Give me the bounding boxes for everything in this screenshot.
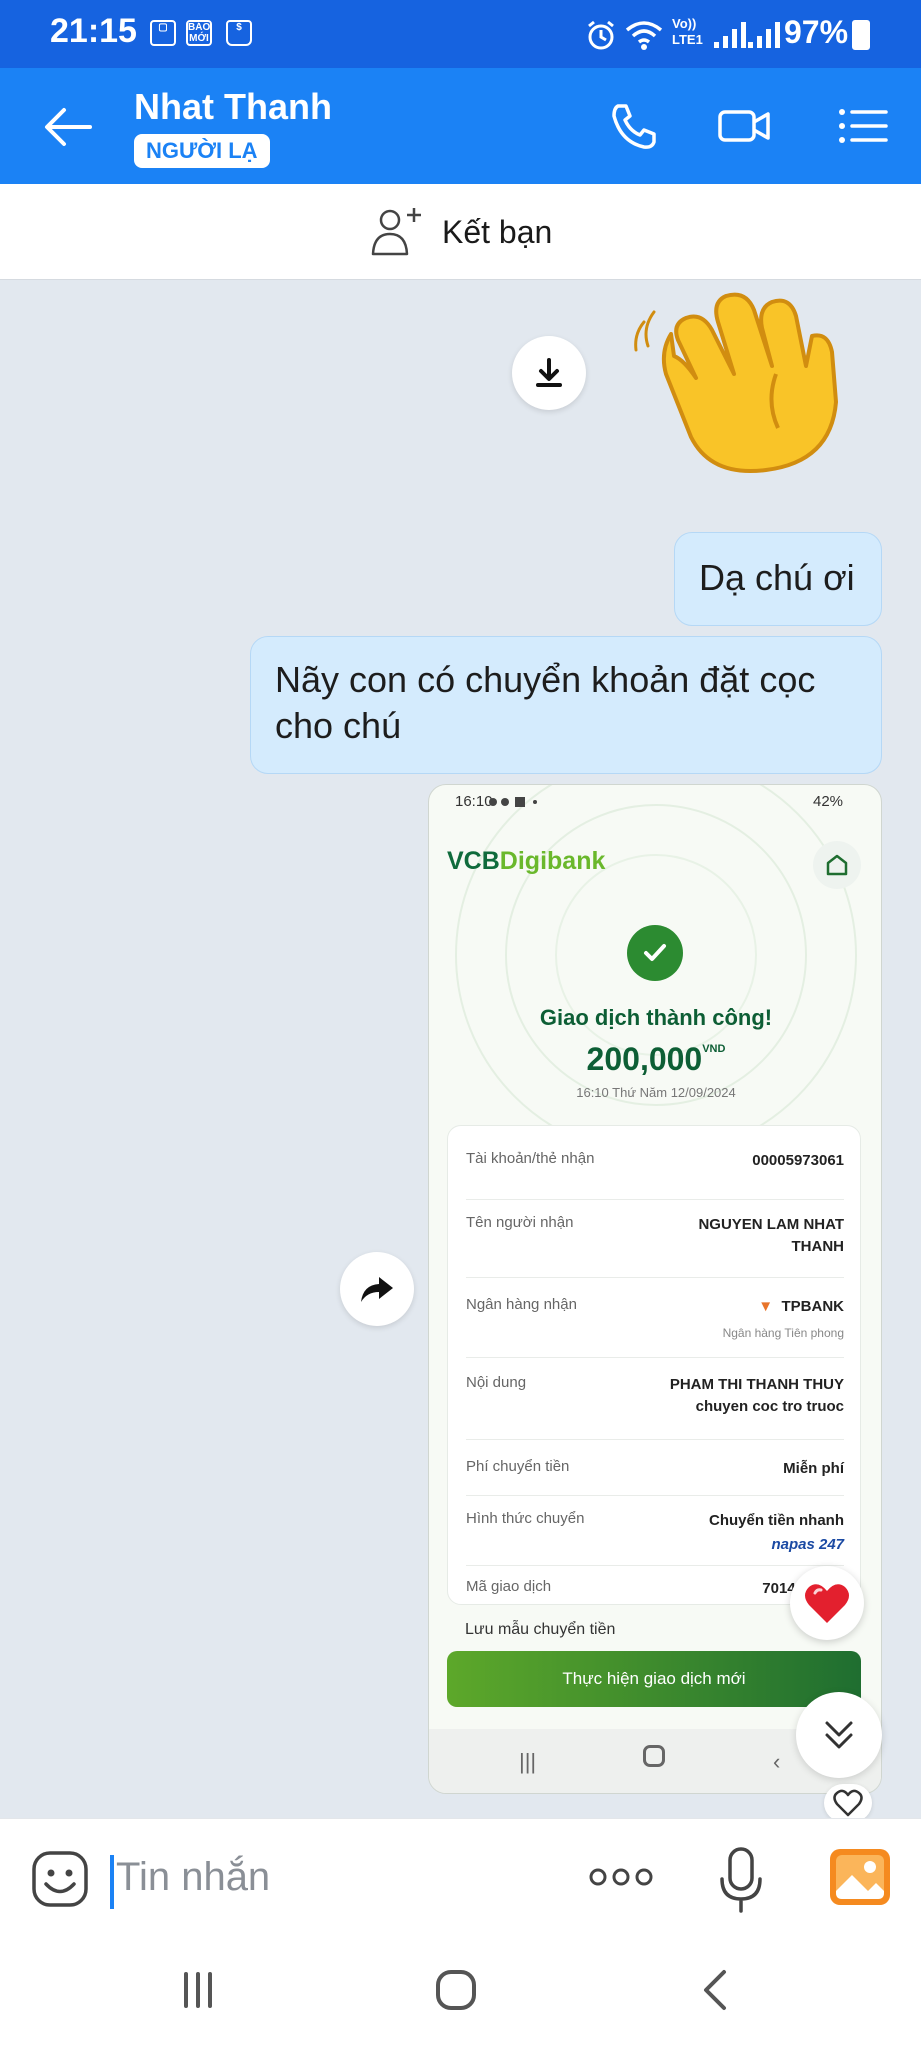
receipt-nav-recent-icon: |||	[519, 1749, 537, 1774]
receipt-status-battery: 42%	[813, 793, 844, 810]
scroll-to-bottom-button[interactable]	[796, 1692, 882, 1778]
message-bubble[interactable]: Nãy con có chuyển khoản đặt cọc cho chú	[250, 636, 882, 774]
detail-row-content: Nội dung PHAM THI THANH THUY chuyen coc …	[466, 1358, 844, 1440]
system-nav-bar	[0, 1938, 921, 2048]
heart-outline-icon	[833, 1789, 863, 1817]
share-button[interactable]	[340, 1252, 414, 1326]
back-arrow-icon[interactable]	[40, 102, 96, 152]
heart-icon	[805, 1584, 849, 1623]
receipt-status-icons	[489, 797, 537, 807]
add-friend-bar: Kết bạn	[0, 184, 921, 280]
double-chevron-down-icon	[825, 1721, 853, 1749]
receipt-status-time: 16:10	[455, 793, 493, 810]
detail-row-transaction-id: Mã giao dịch 70140	[466, 1578, 804, 1597]
currency-label: VND	[702, 1043, 726, 1055]
transaction-success-text: Giao dịch thành công!	[539, 1005, 773, 1030]
transaction-datetime: 16:10 Thứ Năm 12/09/2024	[576, 1085, 736, 1100]
waving-hand-sticker[interactable]	[626, 282, 856, 482]
chat-header: Nhat Thanh NGƯỜI LẠ	[0, 68, 921, 184]
shopping-bag-icon: $	[226, 20, 252, 46]
message-bubble[interactable]: Dạ chú ơi	[674, 532, 882, 626]
add-friend-button[interactable]: Kết bạn	[370, 204, 552, 260]
napas-logo: napas 247	[771, 1536, 844, 1553]
transaction-details-card: Tài khoản/thẻ nhận 00005973061 Tên người…	[447, 1125, 861, 1605]
battery-percent: 97%	[784, 14, 849, 50]
contact-name[interactable]: Nhat Thanh	[134, 86, 332, 128]
microphone-icon[interactable]	[716, 1845, 766, 1915]
home-icon[interactable]	[434, 1968, 478, 2012]
phone-call-icon[interactable]	[606, 98, 662, 154]
vcb-digibank-logo: VCBDigibank	[447, 847, 606, 875]
recent-apps-icon[interactable]	[178, 1970, 218, 2010]
message-input[interactable]: Tin nhắn	[116, 1855, 270, 1900]
add-friend-label: Kết bạn	[442, 213, 553, 250]
bao-moi-icon: BÁO MỚI	[186, 20, 212, 46]
gallery-image-icon[interactable]	[828, 1847, 892, 1907]
receipt-status-bar: 16:10 42%	[429, 785, 881, 819]
menu-list-icon[interactable]	[834, 98, 890, 154]
status-time: 21:15	[50, 12, 137, 50]
tpbank-name: ▼ TPBANK	[758, 1298, 844, 1315]
more-options-icon[interactable]	[588, 1865, 654, 1889]
detail-row-account: Tài khoản/thẻ nhận 00005973061	[466, 1150, 844, 1200]
network-label: Vo)) LTE1	[672, 16, 703, 47]
transaction-amount: 200,000VND	[586, 1041, 726, 1077]
share-arrow-icon	[361, 1277, 393, 1302]
react-button[interactable]	[824, 1784, 872, 1822]
receipt-home-icon	[813, 841, 861, 889]
sticker-emoji-icon[interactable]	[30, 1849, 90, 1909]
detail-row-recipient: Tên người nhận NGUYEN LAM NHAT THANH	[466, 1200, 844, 1278]
save-template-label: Lưu mẫu chuyển tiền	[465, 1621, 616, 1638]
video-call-icon[interactable]	[716, 98, 772, 154]
system-back-icon[interactable]	[700, 1968, 730, 2012]
heart-reaction-button[interactable]	[790, 1566, 864, 1640]
wifi-icon	[625, 21, 663, 50]
add-user-icon	[371, 208, 421, 256]
receipt-image[interactable]: 16:10 42% VCBDigibank Giao dịch thành cô…	[428, 784, 882, 1794]
text-cursor	[110, 1855, 114, 1909]
download-button[interactable]	[512, 336, 586, 410]
receipt-nav-back-icon: ‹	[773, 1749, 781, 1774]
signal-icon-1	[714, 22, 746, 48]
success-check-icon	[627, 925, 683, 981]
detail-row-fee: Phí chuyển tiền Miễn phí	[466, 1440, 844, 1496]
stranger-badge: NGƯỜI LẠ	[134, 134, 270, 168]
alarm-icon	[588, 20, 614, 50]
detail-row-method: Hình thức chuyển Chuyển tiền nhanh napas…	[466, 1496, 844, 1566]
new-transaction-button: Thực hiện giao dịch mới	[447, 1651, 861, 1707]
signal-icon-2	[748, 22, 780, 48]
message-input-bar: Tin nhắn	[0, 1818, 921, 1938]
status-bar: 21:15 ▢ BÁO MỚI $ Vo)) LTE1 97%	[0, 0, 921, 68]
detail-row-bank: Ngân hàng nhận ▼ TPBANK Ngân hàng Tiên p…	[466, 1278, 844, 1358]
receipt-nav-home-icon	[643, 1745, 665, 1767]
gallery-icon: ▢	[150, 20, 176, 46]
download-icon	[536, 358, 562, 387]
battery-icon	[852, 20, 870, 50]
